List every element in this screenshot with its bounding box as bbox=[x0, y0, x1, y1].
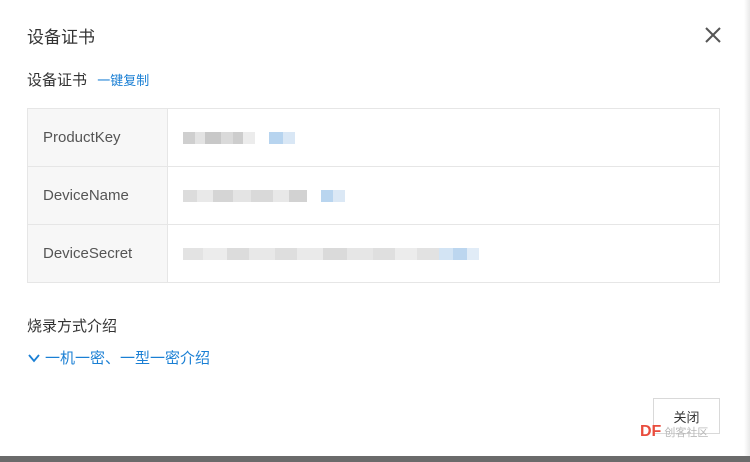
certificate-table: ProductKey DeviceName DeviceSecret bbox=[27, 108, 720, 283]
product-key-value-redacted bbox=[168, 109, 719, 166]
certificate-section-header: 设备证书 一键复制 bbox=[27, 69, 149, 90]
watermark-sub: 创客社区 bbox=[664, 427, 709, 439]
device-certificate-dialog: 设备证书 设备证书 一键复制 ProductKey DeviceName Dev… bbox=[0, 0, 750, 462]
device-secret-label: DeviceSecret bbox=[28, 225, 168, 282]
device-secret-value-redacted bbox=[168, 225, 719, 282]
product-key-label: ProductKey bbox=[28, 109, 168, 166]
chevron-down-icon bbox=[28, 353, 40, 362]
burn-method-toggle-label: 一机一密、一型一密介绍 bbox=[45, 350, 211, 367]
certificate-header-label: 设备证书 bbox=[27, 72, 88, 89]
table-row: DeviceName bbox=[28, 167, 719, 225]
burn-method-toggle[interactable]: 一机一密、一型一密介绍 bbox=[27, 347, 210, 368]
dialog-edge-shadow bbox=[744, 0, 750, 462]
close-icon[interactable] bbox=[702, 24, 724, 46]
copy-all-link[interactable]: 一键复制 bbox=[97, 73, 149, 88]
burn-method-title: 烧录方式介绍 bbox=[27, 318, 118, 335]
table-row: ProductKey bbox=[28, 109, 719, 167]
device-name-value-redacted bbox=[168, 167, 719, 224]
dialog-title: 设备证书 bbox=[27, 28, 95, 47]
table-row: DeviceSecret bbox=[28, 225, 719, 282]
site-watermark: DF 创客社区 bbox=[640, 423, 708, 441]
device-name-label: DeviceName bbox=[28, 167, 168, 224]
watermark-brand: DF bbox=[640, 423, 662, 440]
bottom-border bbox=[0, 456, 750, 462]
